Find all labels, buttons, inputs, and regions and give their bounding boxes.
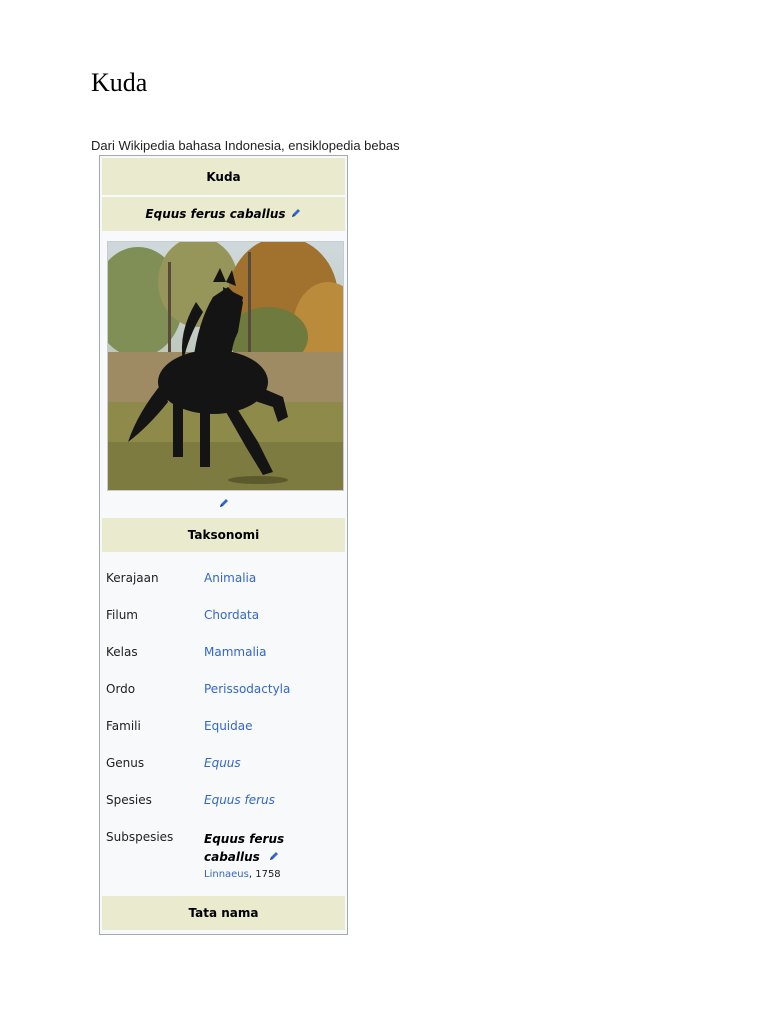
horse-photo[interactable]	[107, 241, 344, 491]
rank-link[interactable]: Animalia	[204, 571, 256, 585]
page-tagline: Dari Wikipedia bahasa Indonesia, ensiklo…	[91, 138, 400, 153]
taxonomy-row: Kelas Mammalia	[100, 639, 347, 676]
rank-link[interactable]: Chordata	[204, 608, 259, 622]
author-year: , 1758	[248, 868, 281, 880]
rank-link[interactable]: Equidae	[204, 719, 253, 733]
author-link[interactable]: Linnaeus	[204, 869, 249, 880]
subspecies-name-line2: caballus	[204, 848, 284, 867]
rank-link[interactable]: Equus ferus	[204, 793, 275, 807]
rank-label: Ordo	[106, 682, 136, 696]
rank-link[interactable]: Equus	[204, 756, 241, 770]
taxonomy-row: Filum Chordata	[100, 602, 347, 639]
rank-label: Filum	[106, 608, 138, 622]
pencil-icon[interactable]	[268, 849, 280, 867]
pencil-icon[interactable]	[218, 494, 230, 513]
rank-label: Kerajaan	[106, 571, 159, 585]
rank-label: Subspesies	[106, 830, 174, 844]
taxonomy-row: Genus Equus	[100, 750, 347, 787]
rank-label: Kelas	[106, 645, 138, 659]
infobox-scientific-name: Equus ferus caballus	[102, 197, 345, 233]
subspecies-row: Subspesies Equus ferus caballus Linnaeus…	[100, 824, 347, 892]
rank-label: Genus	[106, 756, 145, 770]
taxonomy-row: Famili Equidae	[100, 713, 347, 750]
taxonomy-rows: Kerajaan Animalia Filum Chordata Kelas M…	[100, 554, 347, 892]
rank-label: Spesies	[106, 793, 152, 807]
rank-link[interactable]: Perissodactyla	[204, 682, 290, 696]
taxonomy-row: Ordo Perissodactyla	[100, 676, 347, 713]
image-edit	[100, 491, 347, 516]
infobox-title: Kuda	[102, 158, 345, 197]
taxonomy-row: Kerajaan Animalia	[100, 565, 347, 602]
subspecies-name-line2-text: caballus	[204, 850, 260, 864]
page-title: Kuda	[91, 68, 148, 97]
rank-link[interactable]: Mammalia	[204, 645, 266, 659]
subspecies-name-line1: Equus ferus	[204, 832, 285, 846]
scientific-name-text: Equus ferus caballus	[145, 207, 286, 221]
subspecies-authority: Linnaeus, 1758	[204, 869, 284, 880]
taxobox: Kuda Equus ferus caballus Taksonomi Kera…	[99, 155, 348, 935]
rank-label: Famili	[106, 719, 141, 733]
naming-header: Tata nama	[102, 896, 345, 932]
taxonomy-row: Spesies Equus ferus	[100, 787, 347, 824]
subspecies-value: Equus ferus caballus Linnaeus, 1758	[204, 830, 284, 880]
taxonomy-header: Taksonomi	[102, 518, 345, 554]
pencil-icon[interactable]	[290, 207, 302, 222]
